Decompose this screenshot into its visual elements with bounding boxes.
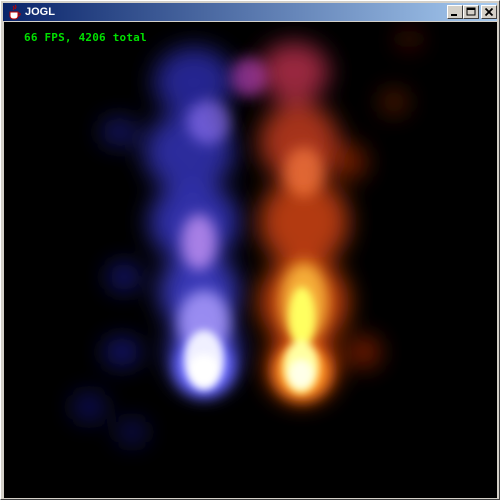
blue-flame [73,47,239,444]
close-icon [484,7,494,17]
app-window: JOGL 66 FPS, 4206 total [0,0,500,500]
minimize-icon [451,14,457,16]
close-button[interactable] [481,5,497,19]
java-cup-icon[interactable] [6,4,22,20]
orange-flame [231,29,421,402]
title-bar[interactable]: JOGL [3,3,497,21]
maximize-icon [466,7,476,16]
particle-flames [73,29,421,444]
maximize-button[interactable] [463,5,479,19]
gl-canvas[interactable]: 66 FPS, 4206 total [4,22,497,498]
minimize-button[interactable] [447,5,463,19]
fps-counter: 66 FPS, 4206 total [24,31,147,44]
window-title: JOGL [25,6,55,18]
